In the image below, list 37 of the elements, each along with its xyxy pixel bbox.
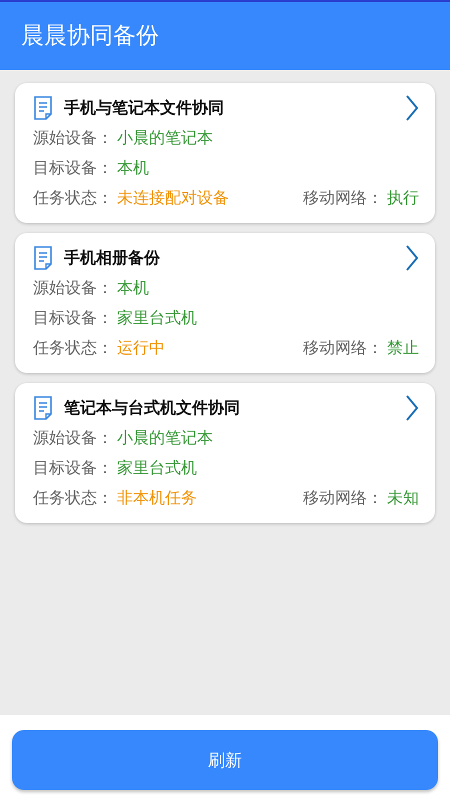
- task-card[interactable]: 笔记本与台式机文件协同 源始设备： 小晨的笔记本 目标设备： 家里台式机 任务状态： 非本机任务 移动网络： 未知: [15, 383, 435, 523]
- target-device: 本机: [117, 158, 149, 178]
- field-label: 目标设备：: [33, 458, 113, 478]
- source-device: 小晨的笔记本: [117, 428, 213, 448]
- field-label: 目标设备：: [33, 158, 113, 178]
- field-label: 源始设备：: [33, 428, 113, 448]
- document-icon: [33, 396, 55, 420]
- task-title: 手机相册备份: [64, 248, 161, 268]
- field-label: 目标设备：: [33, 308, 113, 328]
- field-label: 源始设备：: [33, 278, 113, 298]
- source-device: 小晨的笔记本: [117, 128, 213, 148]
- field-label: 移动网络：: [303, 488, 383, 508]
- app-title: 晨晨协同备份: [21, 23, 159, 49]
- task-status: 非本机任务: [117, 488, 197, 508]
- document-icon: [33, 96, 55, 120]
- task-status: 未连接配对设备: [117, 188, 229, 208]
- network-setting: 执行: [387, 188, 419, 208]
- chevron-right-icon[interactable]: [405, 244, 419, 272]
- task-card[interactable]: 手机相册备份 源始设备： 本机 目标设备： 家里台式机 任务状态： 运行中 移动网络： 禁止: [15, 233, 435, 373]
- document-icon: [33, 246, 55, 270]
- network-setting: 未知: [387, 488, 419, 508]
- target-device: 家里台式机: [117, 308, 197, 328]
- field-label: 任务状态：: [33, 338, 113, 358]
- field-label: 任务状态：: [33, 488, 113, 508]
- task-card[interactable]: 手机与笔记本文件协同 源始设备： 小晨的笔记本 目标设备： 本机 任务状态： 未连接配对设备 移动网络： 执行: [15, 83, 435, 223]
- chevron-right-icon[interactable]: [405, 394, 419, 422]
- network-setting: 禁止: [387, 338, 419, 358]
- field-label: 源始设备：: [33, 128, 113, 148]
- task-title: 笔记本与台式机文件协同: [64, 398, 241, 418]
- target-device: 家里台式机: [117, 458, 197, 478]
- field-label: 移动网络：: [303, 338, 383, 358]
- source-device: 本机: [117, 278, 149, 298]
- field-label: 移动网络：: [303, 188, 383, 208]
- task-title: 手机与笔记本文件协同: [64, 98, 225, 118]
- task-status: 运行中: [117, 338, 165, 358]
- field-label: 任务状态：: [33, 188, 113, 208]
- chevron-right-icon[interactable]: [405, 94, 419, 122]
